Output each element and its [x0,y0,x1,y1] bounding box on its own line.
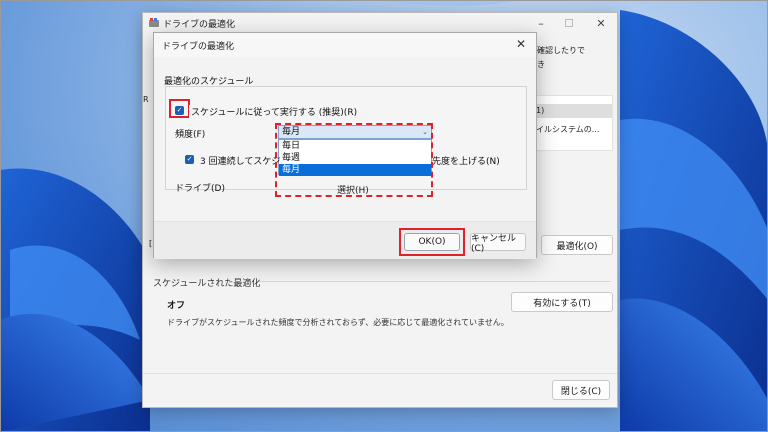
increase-priority-label-end: 先度を上げる(N) [432,157,500,167]
maximize-icon [565,19,573,27]
close-window-button[interactable]: ✕ [587,15,615,31]
schedule-dialog: ドライブの最適化 ✕ 最適化のスケジュール ✓ スケジュールに従って実行する (… [153,32,537,259]
dialog-title: ドライブの最適化 [162,42,235,52]
footer-divider [143,373,617,374]
increase-priority-label-start: 3 回連続してスケジ [200,157,281,167]
close-icon: ✕ [515,37,527,51]
close-button[interactable]: 閉じる(C) [552,380,610,400]
schedule-description: ドライブがスケジュールされた頻度で分析されておらず、必要に応じて最適化されていま… [167,318,509,327]
annotation-highlight-dropdown [275,123,433,197]
drives-label: ドライブ(D) [175,184,225,194]
maximize-button[interactable] [555,15,583,31]
status-label-fragment: R [143,95,149,104]
scheduled-optimization-label: スケジュールされた最適化 [153,279,261,289]
drive-list[interactable]: 1) イルシステムの... [535,95,613,151]
drive-list-cell: 1) [536,106,545,115]
schedule-state: オフ [167,301,186,311]
description-text-fragment-2: き [537,60,545,69]
title-bar[interactable]: ドライブの最適化 – ✕ [143,13,617,33]
section-divider [259,281,611,282]
frequency-label: 頻度(F) [175,130,206,140]
minimize-icon: – [538,16,544,30]
drive-list-cell: イルシステムの... [536,125,600,134]
minimize-button[interactable]: – [527,15,555,31]
increase-priority-checkbox[interactable]: ✓ [185,155,194,164]
dialog-footer: OK(O) キャンセル(C) [154,221,536,259]
window-title: ドライブの最適化 [163,20,236,30]
enable-schedule-button[interactable]: 有効にする(T) [511,292,613,312]
checkbox-fragment[interactable]: [ [149,239,152,248]
defrag-app-icon [149,18,159,27]
cancel-button[interactable]: キャンセル(C) [470,233,526,254]
dialog-close-button[interactable]: ✕ [512,35,530,53]
run-on-schedule-label: スケジュールに従って実行する (推奨)(R) [189,105,360,118]
description-text-fragment: 確認したりで [537,46,585,55]
annotation-highlight-checkbox [169,99,190,118]
close-icon: ✕ [596,16,606,30]
annotation-highlight-ok [399,228,465,256]
optimize-button[interactable]: 最適化(O) [541,235,613,255]
drive-list-selected-row[interactable] [536,104,612,118]
